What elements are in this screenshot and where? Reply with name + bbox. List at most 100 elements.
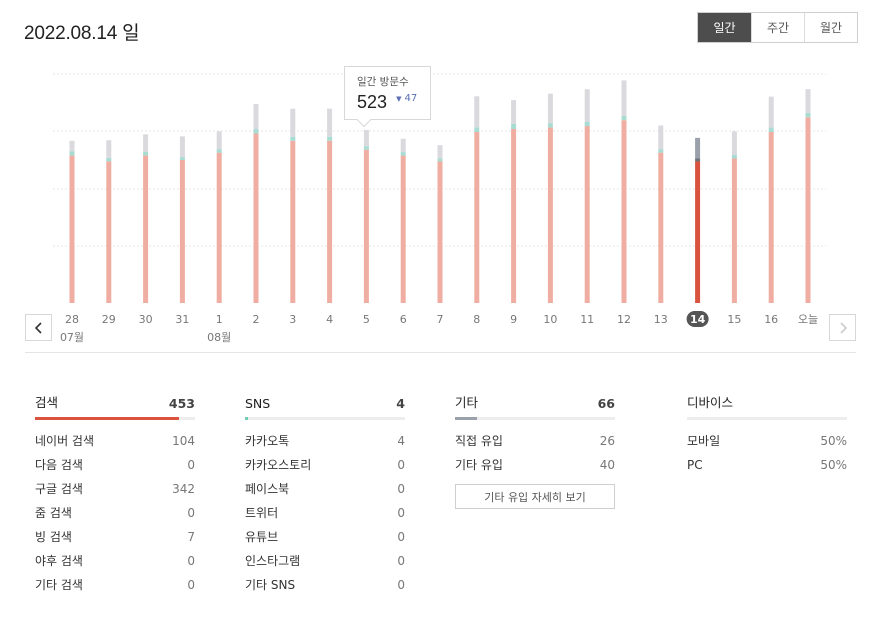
tick-label[interactable]: 11 xyxy=(580,313,594,326)
tick-label[interactable]: 7 xyxy=(437,313,444,326)
bar-segment[interactable] xyxy=(511,123,517,130)
panel-header: 디바이스 xyxy=(687,387,847,411)
bar-segment[interactable] xyxy=(584,121,590,127)
bar-segment[interactable] xyxy=(437,161,443,303)
panel-header: 기타 66 xyxy=(455,387,615,411)
bar-segment[interactable] xyxy=(253,103,259,130)
bar-segment[interactable] xyxy=(216,149,222,153)
bar-segment[interactable] xyxy=(768,131,774,303)
bar-segment[interactable] xyxy=(69,155,75,303)
bar-segment[interactable] xyxy=(400,152,406,156)
bar-segment[interactable] xyxy=(290,140,296,303)
bar-segment[interactable] xyxy=(179,157,185,160)
bar-segment[interactable] xyxy=(143,152,149,156)
row-label: 모바일 xyxy=(687,434,721,448)
bar-segment[interactable] xyxy=(143,134,149,153)
tick-label[interactable]: 오늘 xyxy=(798,313,818,326)
bar-segment[interactable] xyxy=(290,108,296,137)
bar-segment[interactable] xyxy=(400,155,406,303)
bar-segment[interactable] xyxy=(327,108,333,137)
bar-segment[interactable] xyxy=(547,127,553,303)
bar-segment[interactable] xyxy=(731,158,737,303)
tick-label[interactable]: 14 xyxy=(690,313,706,326)
panel-progress-bar xyxy=(687,417,847,420)
list-item: 트위터 0 xyxy=(245,501,405,525)
bar-segment[interactable] xyxy=(474,127,480,132)
tick-label[interactable]: 6 xyxy=(400,313,407,326)
tick-label[interactable]: 8 xyxy=(473,313,480,326)
bar-segment[interactable] xyxy=(621,115,627,121)
tick-label[interactable]: 29 xyxy=(102,313,116,326)
row-label: 구글 검색 xyxy=(35,482,83,496)
bar-segment[interactable] xyxy=(511,100,517,124)
tick-label[interactable]: 10 xyxy=(543,313,557,326)
bar-segment[interactable] xyxy=(253,129,259,134)
tick-label[interactable]: 12 xyxy=(617,313,631,326)
tick-label[interactable]: 30 xyxy=(139,313,153,326)
bar-segment[interactable] xyxy=(547,93,553,124)
bar-segment[interactable] xyxy=(768,127,774,132)
tick-label[interactable]: 31 xyxy=(175,313,189,326)
bar-segment[interactable] xyxy=(437,158,443,162)
bar-segment[interactable] xyxy=(106,157,112,162)
bar-segment[interactable] xyxy=(363,149,369,303)
tick-label[interactable]: 15 xyxy=(727,313,741,326)
bar-segment[interactable] xyxy=(327,140,333,303)
bar-segment[interactable] xyxy=(658,149,664,153)
row-value: 50% xyxy=(820,434,847,448)
bar-segment[interactable] xyxy=(584,89,590,122)
row-label: 카카오톡 xyxy=(245,434,290,448)
bar-segment[interactable] xyxy=(695,137,701,159)
tick-label[interactable]: 13 xyxy=(654,313,668,326)
panel-header: SNS 4 xyxy=(245,387,405,411)
tick-label[interactable]: 5 xyxy=(363,313,370,326)
bar-segment[interactable] xyxy=(805,117,811,304)
bar-segment[interactable] xyxy=(69,140,75,152)
tick-label[interactable]: 2 xyxy=(253,313,260,326)
bar-segment[interactable] xyxy=(621,80,627,116)
chevron-right-icon xyxy=(839,321,847,334)
bar-segment[interactable] xyxy=(695,158,701,162)
tick-label[interactable]: 1 xyxy=(216,313,223,326)
bar-segment[interactable] xyxy=(805,89,811,113)
bar-segment[interactable] xyxy=(253,133,259,303)
bar-segment[interactable] xyxy=(547,123,553,128)
row-value: 0 xyxy=(397,554,405,568)
bar-segment[interactable] xyxy=(731,154,737,159)
bar-segment[interactable] xyxy=(400,138,406,153)
bar-segment[interactable] xyxy=(290,136,296,141)
prev-button[interactable] xyxy=(25,314,52,341)
bar-segment[interactable] xyxy=(621,120,627,303)
bar-segment[interactable] xyxy=(216,152,222,303)
bar-segment[interactable] xyxy=(731,131,737,155)
bar-segment[interactable] xyxy=(179,159,185,303)
other-detail-button[interactable]: 기타 유입 자세히 보기 xyxy=(455,484,615,509)
row-label: 트위터 xyxy=(245,506,279,520)
bar-segment[interactable] xyxy=(695,161,701,303)
bar-segment[interactable] xyxy=(511,129,517,303)
bar-segment[interactable] xyxy=(805,112,811,118)
tick-label[interactable]: 9 xyxy=(510,313,517,326)
bar-segment[interactable] xyxy=(363,129,369,147)
tick-label[interactable]: 28 xyxy=(65,313,79,326)
bar-segment[interactable] xyxy=(106,140,112,158)
tick-label[interactable]: 4 xyxy=(326,313,333,326)
bar-segment[interactable] xyxy=(584,126,590,303)
bar-segment[interactable] xyxy=(658,125,664,150)
bar-segment[interactable] xyxy=(474,131,480,303)
next-button[interactable] xyxy=(829,314,856,341)
bar-segment[interactable] xyxy=(143,155,149,303)
bar-segment[interactable] xyxy=(363,146,369,150)
bar-segment[interactable] xyxy=(69,151,75,156)
bar-segment[interactable] xyxy=(327,136,333,141)
bar-segment[interactable] xyxy=(179,136,185,158)
bar-segment[interactable] xyxy=(658,152,664,303)
bar-segment[interactable] xyxy=(768,96,774,128)
list-item: 카카오톡 4 xyxy=(245,429,405,453)
bar-segment[interactable] xyxy=(216,131,222,150)
bar-segment[interactable] xyxy=(437,145,443,159)
bar-segment[interactable] xyxy=(474,96,480,128)
bar-segment[interactable] xyxy=(106,161,112,303)
tick-label[interactable]: 16 xyxy=(764,313,778,326)
tick-label[interactable]: 3 xyxy=(289,313,296,326)
